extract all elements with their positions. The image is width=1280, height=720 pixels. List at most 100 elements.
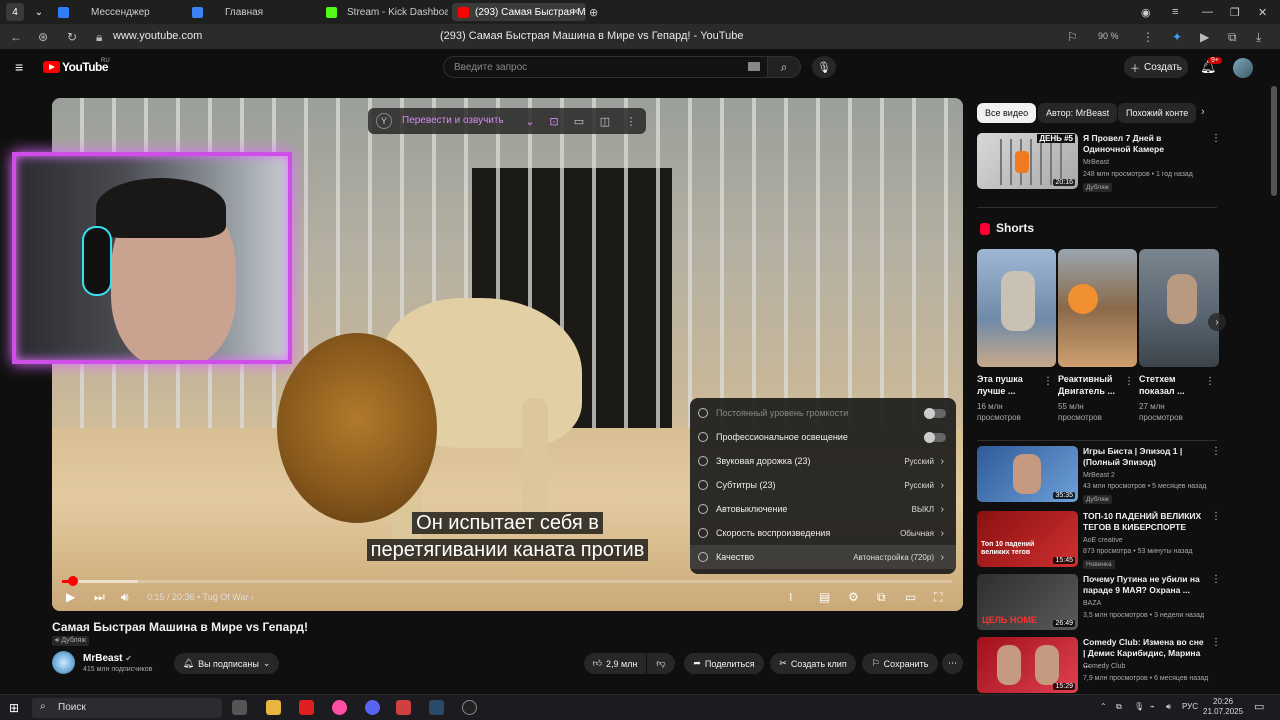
media-icon[interactable]: ▶: [1200, 30, 1209, 44]
short-thumbnail[interactable]: [977, 249, 1056, 367]
more-icon[interactable]: ⋮: [1211, 446, 1221, 457]
tray-volume-icon[interactable]: 🔊︎: [1166, 702, 1171, 712]
file-explorer-icon[interactable]: [266, 700, 281, 715]
setting-playback-speed[interactable]: Скорость воспроизведения Обычная ›: [690, 521, 956, 545]
taskbar-clock[interactable]: 20:26 21.07.2025: [1203, 697, 1243, 717]
profile-icon[interactable]: ◉: [1141, 0, 1151, 24]
play-icon[interactable]: ▶: [66, 590, 75, 604]
short-title[interactable]: Реактивный Двигатель ...: [1058, 373, 1126, 397]
tab-main[interactable]: Главная: [186, 3, 318, 21]
lighting-toggle[interactable]: [924, 432, 946, 443]
subtitles-button-icon[interactable]: ▤: [819, 590, 830, 604]
captions-icon[interactable]: ▭: [571, 113, 587, 129]
create-clip-button[interactable]: ✂ Создать клип: [770, 653, 856, 674]
extensions-icon[interactable]: ⧉: [1228, 30, 1237, 45]
menu-icon[interactable]: ≡: [1172, 0, 1178, 24]
short-thumbnail[interactable]: [1058, 249, 1137, 367]
volume-level-toggle[interactable]: [924, 408, 946, 419]
more-icon[interactable]: ⋮: [1211, 574, 1221, 585]
recommended-video[interactable]: 15:29 Comedy Club: Измена во сне | Демис…: [977, 637, 1221, 693]
recommended-video[interactable]: 35:35 Игры Биста | Эпизод 1 | (Полный Эп…: [977, 446, 1221, 506]
setting-audio-track[interactable]: Звуковая дорожка (23) Русский ›: [690, 449, 956, 473]
more-icon[interactable]: ⋮: [1124, 376, 1134, 387]
more-icon[interactable]: ⋮: [1211, 511, 1221, 522]
tab-count-badge[interactable]: 4: [6, 3, 24, 21]
video-thumbnail[interactable]: 15:29: [977, 637, 1078, 693]
progress-bar[interactable]: [62, 576, 952, 586]
search-input[interactable]: Введите запрос: [443, 56, 769, 78]
autoplay-toggle-icon[interactable]: ⏽: [786, 590, 796, 605]
voice-search-button[interactable]: 🎙︎: [812, 56, 836, 78]
more-icon[interactable]: ⋮: [1205, 376, 1215, 387]
recommended-video[interactable]: Топ 10 падений великих тегов 15:45 ТОП-1…: [977, 511, 1221, 569]
avatar[interactable]: [1233, 58, 1253, 78]
next-icon[interactable]: ⏭︎: [94, 590, 105, 605]
share-button[interactable]: ➦ Поделиться: [684, 653, 764, 674]
progress-scrubber-handle[interactable]: [67, 576, 78, 586]
yandex-browser-icon[interactable]: [299, 700, 314, 715]
more-options-icon[interactable]: ⋮: [623, 113, 639, 129]
app-icon[interactable]: [332, 700, 347, 715]
youtube-logo-icon[interactable]: [43, 61, 60, 73]
video-thumbnail[interactable]: Топ 10 падений великих тегов 15:45: [977, 511, 1078, 567]
setting-volume-level[interactable]: Постоянный уровень громкости: [690, 401, 956, 425]
chip-author[interactable]: Автор: MrBeast: [1038, 103, 1118, 123]
more-icon[interactable]: ⋮: [1211, 133, 1221, 144]
setting-subtitles[interactable]: Субтитры (23) Русский ›: [690, 473, 956, 497]
more-icon[interactable]: ⋮: [1142, 30, 1154, 44]
setting-pro-lighting[interactable]: Профессиональное освещение: [690, 425, 956, 449]
obs-icon[interactable]: [462, 700, 477, 715]
short-thumbnail[interactable]: [1139, 249, 1219, 367]
like-button[interactable]: 👍︎ 2,9 млн: [584, 653, 646, 674]
windows-start-icon[interactable]: ⊞: [9, 701, 19, 715]
tab-messenger[interactable]: Мессенджер: [52, 3, 184, 21]
more-icon[interactable]: ⋮: [1043, 376, 1053, 387]
chapter-label[interactable]: • Tug Of War: [197, 592, 248, 602]
chevron-down-icon[interactable]: ⌄: [522, 113, 538, 129]
new-tab-button[interactable]: ⊕: [589, 0, 598, 24]
reload-icon[interactable]: ↻: [67, 30, 77, 44]
keyboard-icon[interactable]: [748, 62, 760, 71]
short-title[interactable]: Эта пушка лучше ...: [977, 373, 1045, 397]
task-view-icon[interactable]: [232, 700, 247, 715]
shorts-next-chevron-icon[interactable]: ›: [1208, 313, 1226, 331]
yandex-active-icon[interactable]: [396, 700, 411, 715]
yandex-icon[interactable]: Y: [376, 113, 392, 129]
short-title[interactable]: Стетхем показал ...: [1139, 373, 1207, 397]
discord-icon[interactable]: [365, 700, 380, 715]
setting-quality[interactable]: Качество Автонастройка (720p) ›: [690, 545, 956, 569]
create-button[interactable]: ＋ Создать: [1124, 56, 1188, 78]
tray-mic-icon[interactable]: 🎙︎: [1134, 702, 1144, 711]
bookmark-icon[interactable]: ⚐: [1067, 30, 1078, 44]
settings-gear-icon[interactable]: ⚙: [848, 590, 859, 604]
pip-icon[interactable]: ◫: [597, 113, 613, 129]
tab-kick-dashboard[interactable]: Stream - Kick Dashboard: [320, 3, 448, 21]
search-button[interactable]: ⌕: [767, 56, 801, 78]
channel-avatar[interactable]: [52, 651, 75, 674]
tabs-menu-chevron-icon[interactable]: ⌄: [30, 3, 48, 21]
back-icon[interactable]: ←: [10, 30, 22, 44]
tray-language[interactable]: РУС: [1182, 702, 1198, 711]
translate-button[interactable]: Перевести и озвучить: [402, 115, 504, 126]
tray-network-icon[interactable]: ⌁: [1150, 702, 1155, 711]
chevron-right-icon[interactable]: ›: [1201, 106, 1205, 118]
chip-all-videos[interactable]: Все видео: [977, 103, 1037, 123]
notifications-icon[interactable]: ▭: [1254, 700, 1264, 713]
hamburger-menu-icon[interactable]: ≡: [15, 59, 23, 75]
minimize-icon[interactable]: —: [1202, 0, 1213, 24]
download-icon[interactable]: ⤓: [1256, 30, 1261, 45]
recommended-video[interactable]: ЦЕЛЬ НОМЕ 26:49 Почему Путина не убили н…: [977, 574, 1221, 632]
close-tab-icon[interactable]: ✕: [572, 7, 580, 18]
more-icon[interactable]: ⋮: [1211, 637, 1221, 648]
more-actions-button[interactable]: ⋯: [942, 653, 963, 674]
video-thumbnail[interactable]: ЦЕЛЬ НОМЕ 26:49: [977, 574, 1078, 630]
setting-sleep-timer[interactable]: Автовыключение ВЫКЛ ›: [690, 497, 956, 521]
channel-name[interactable]: MrBeast ✔: [83, 653, 132, 664]
save-button[interactable]: ⚐ Сохранить: [862, 653, 938, 674]
volume-icon[interactable]: 🔊︎: [121, 590, 129, 605]
miniplayer-icon[interactable]: ⧉: [877, 590, 886, 605]
page-scrollbar[interactable]: [1271, 86, 1277, 196]
shield-icon[interactable]: ⊛: [38, 30, 48, 44]
zoom-level[interactable]: 90 %: [1098, 31, 1119, 41]
close-window-icon[interactable]: ✕: [1258, 0, 1267, 24]
